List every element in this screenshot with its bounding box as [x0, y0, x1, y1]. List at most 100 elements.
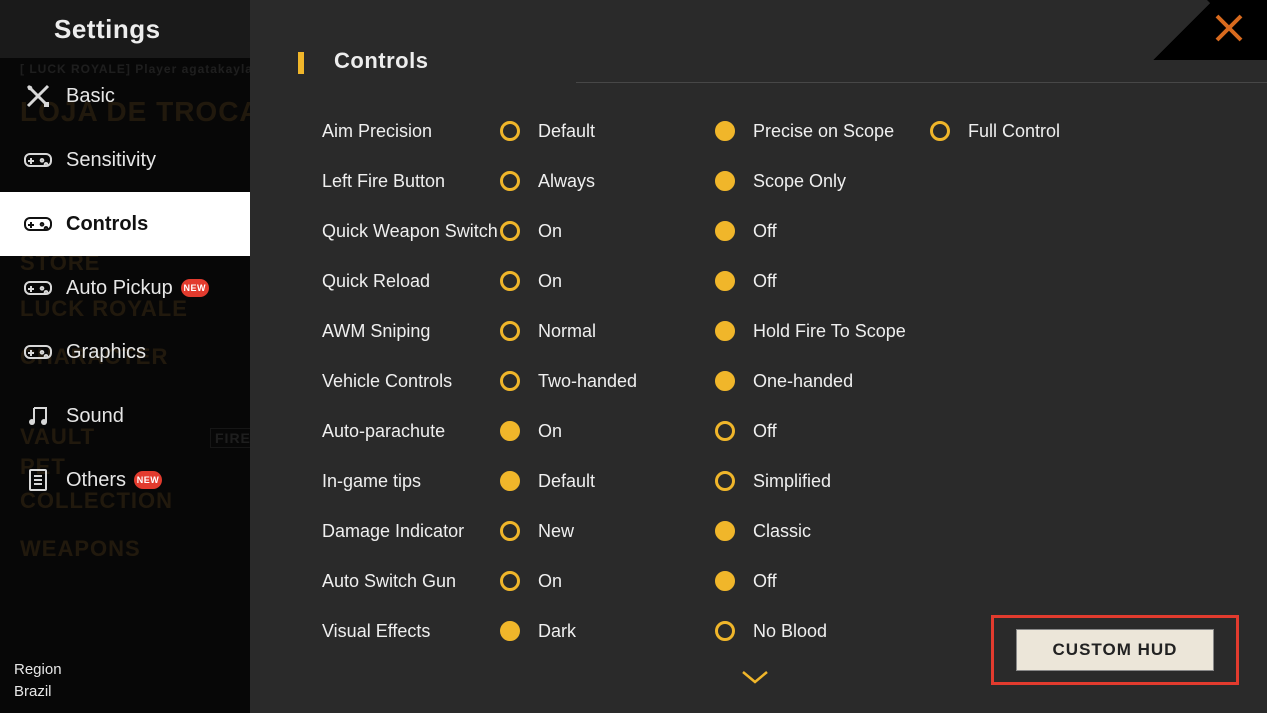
- radio-icon: [500, 621, 520, 641]
- crossed-tools-icon: [22, 82, 54, 110]
- option-label: Normal: [538, 321, 596, 342]
- option-new[interactable]: New: [500, 521, 715, 542]
- accent-bar: [298, 52, 304, 74]
- option-scope-only[interactable]: Scope Only: [715, 171, 930, 192]
- sidebar-item-auto-pickup[interactable]: Auto PickupNEW: [0, 256, 250, 320]
- option-two-handed[interactable]: Two-handed: [500, 371, 715, 392]
- option-label: On: [538, 571, 562, 592]
- option-precise-on-scope[interactable]: Precise on Scope: [715, 121, 930, 142]
- setting-label: Quick Weapon Switch: [322, 221, 500, 242]
- gamepad-icon: [22, 210, 54, 238]
- option-label: Classic: [753, 521, 811, 542]
- divider: [576, 82, 1267, 83]
- setting-row-damage-indicator: Damage Indicator New Classic: [322, 506, 1252, 556]
- sidebar-item-basic[interactable]: Basic: [0, 64, 250, 128]
- option-normal[interactable]: Normal: [500, 321, 715, 342]
- sidebar-item-label: Basic: [66, 85, 115, 108]
- scroll-down-chevron[interactable]: [740, 668, 770, 691]
- radio-icon: [500, 471, 520, 491]
- radio-icon: [715, 621, 735, 641]
- sidebar-item-controls[interactable]: Controls: [0, 192, 250, 256]
- setting-label: Damage Indicator: [322, 521, 500, 542]
- option-label: On: [538, 421, 562, 442]
- close-button[interactable]: [1137, 0, 1267, 60]
- option-label: One-handed: [753, 371, 853, 392]
- setting-row-aim-precision: Aim PrecisionDefaultPrecise on ScopeFull…: [322, 106, 1252, 156]
- option-classic[interactable]: Classic: [715, 521, 930, 542]
- option-off[interactable]: Off: [715, 221, 930, 242]
- sidebar-item-graphics[interactable]: Graphics: [0, 320, 250, 384]
- sidebar-item-sound[interactable]: Sound: [0, 384, 250, 448]
- setting-label: AWM Sniping: [322, 321, 500, 342]
- option-default[interactable]: Default: [500, 121, 715, 142]
- radio-icon: [715, 371, 735, 391]
- option-label: Simplified: [753, 471, 831, 492]
- setting-row-vehicle-controls: Vehicle ControlsTwo-handedOne-handed: [322, 356, 1252, 406]
- radio-icon: [500, 271, 520, 291]
- option-on[interactable]: On: [500, 421, 715, 442]
- setting-label: Auto Switch Gun: [322, 571, 500, 592]
- option-always[interactable]: Always: [500, 171, 715, 192]
- setting-label: Left Fire Button: [322, 171, 500, 192]
- option-off[interactable]: Off: [715, 271, 930, 292]
- music-note-icon: [22, 402, 54, 430]
- sidebar-item-label: Sound: [66, 405, 124, 428]
- setting-row-auto-switch-gun: Auto Switch Gun On Off: [322, 556, 1252, 606]
- gamepad-icon: [22, 274, 54, 302]
- option-label: Scope Only: [753, 171, 846, 192]
- option-label: Default: [538, 121, 595, 142]
- option-label: Off: [753, 571, 777, 592]
- setting-row-quick-weapon-switch: Quick Weapon Switch On Off: [322, 206, 1252, 256]
- option-default[interactable]: Default: [500, 471, 715, 492]
- radio-icon: [500, 121, 520, 141]
- close-icon: [1211, 10, 1247, 46]
- setting-label: Visual Effects: [322, 621, 500, 642]
- option-full-control[interactable]: Full Control: [930, 121, 1130, 142]
- custom-hud-button[interactable]: CUSTOM HUD: [1016, 629, 1214, 671]
- option-off[interactable]: Off: [715, 571, 930, 592]
- option-dark[interactable]: Dark: [500, 621, 715, 642]
- option-on[interactable]: On: [500, 571, 715, 592]
- option-on[interactable]: On: [500, 271, 715, 292]
- setting-row-quick-reload: Quick ReloadOnOff: [322, 256, 1252, 306]
- option-label: On: [538, 271, 562, 292]
- radio-icon: [500, 571, 520, 591]
- radio-icon: [715, 471, 735, 491]
- option-off[interactable]: Off: [715, 421, 930, 442]
- setting-label: Auto-parachute: [322, 421, 500, 442]
- setting-row-auto-parachute: Auto-parachute On Off: [322, 406, 1252, 456]
- radio-icon: [500, 421, 520, 441]
- gamepad-icon: [22, 146, 54, 174]
- option-label: Always: [538, 171, 595, 192]
- radio-icon: [715, 121, 735, 141]
- radio-icon: [715, 421, 735, 441]
- sidebar: Settings Basic Sensitivity Controls Auto Pi…: [0, 0, 250, 713]
- radio-icon: [500, 171, 520, 191]
- option-label: Full Control: [968, 121, 1060, 142]
- option-simplified[interactable]: Simplified: [715, 471, 930, 492]
- document-icon: [22, 466, 54, 494]
- setting-row-awm-sniping: AWM Sniping Normal Hold Fire To Scope: [322, 306, 1252, 356]
- option-label: No Blood: [753, 621, 827, 642]
- option-no-blood[interactable]: No Blood: [715, 621, 930, 642]
- radio-icon: [715, 221, 735, 241]
- option-label: Off: [753, 421, 777, 442]
- option-label: New: [538, 521, 574, 542]
- sidebar-item-sensitivity[interactable]: Sensitivity: [0, 128, 250, 192]
- option-label: On: [538, 221, 562, 242]
- radio-icon: [715, 321, 735, 341]
- option-label: Dark: [538, 621, 576, 642]
- sidebar-title: Settings: [0, 0, 250, 58]
- option-on[interactable]: On: [500, 221, 715, 242]
- setting-label: In-game tips: [322, 471, 500, 492]
- option-one-handed[interactable]: One-handed: [715, 371, 930, 392]
- option-label: Default: [538, 471, 595, 492]
- sidebar-item-others[interactable]: OthersNEW: [0, 448, 250, 512]
- option-label: Off: [753, 221, 777, 242]
- option-hold-fire-to-scope[interactable]: Hold Fire To Scope: [715, 321, 930, 342]
- radio-icon: [500, 521, 520, 541]
- region-label: Region: [14, 659, 62, 681]
- panel-title: Controls: [334, 48, 428, 74]
- option-label: Two-handed: [538, 371, 637, 392]
- sidebar-item-label: Controls: [66, 213, 148, 236]
